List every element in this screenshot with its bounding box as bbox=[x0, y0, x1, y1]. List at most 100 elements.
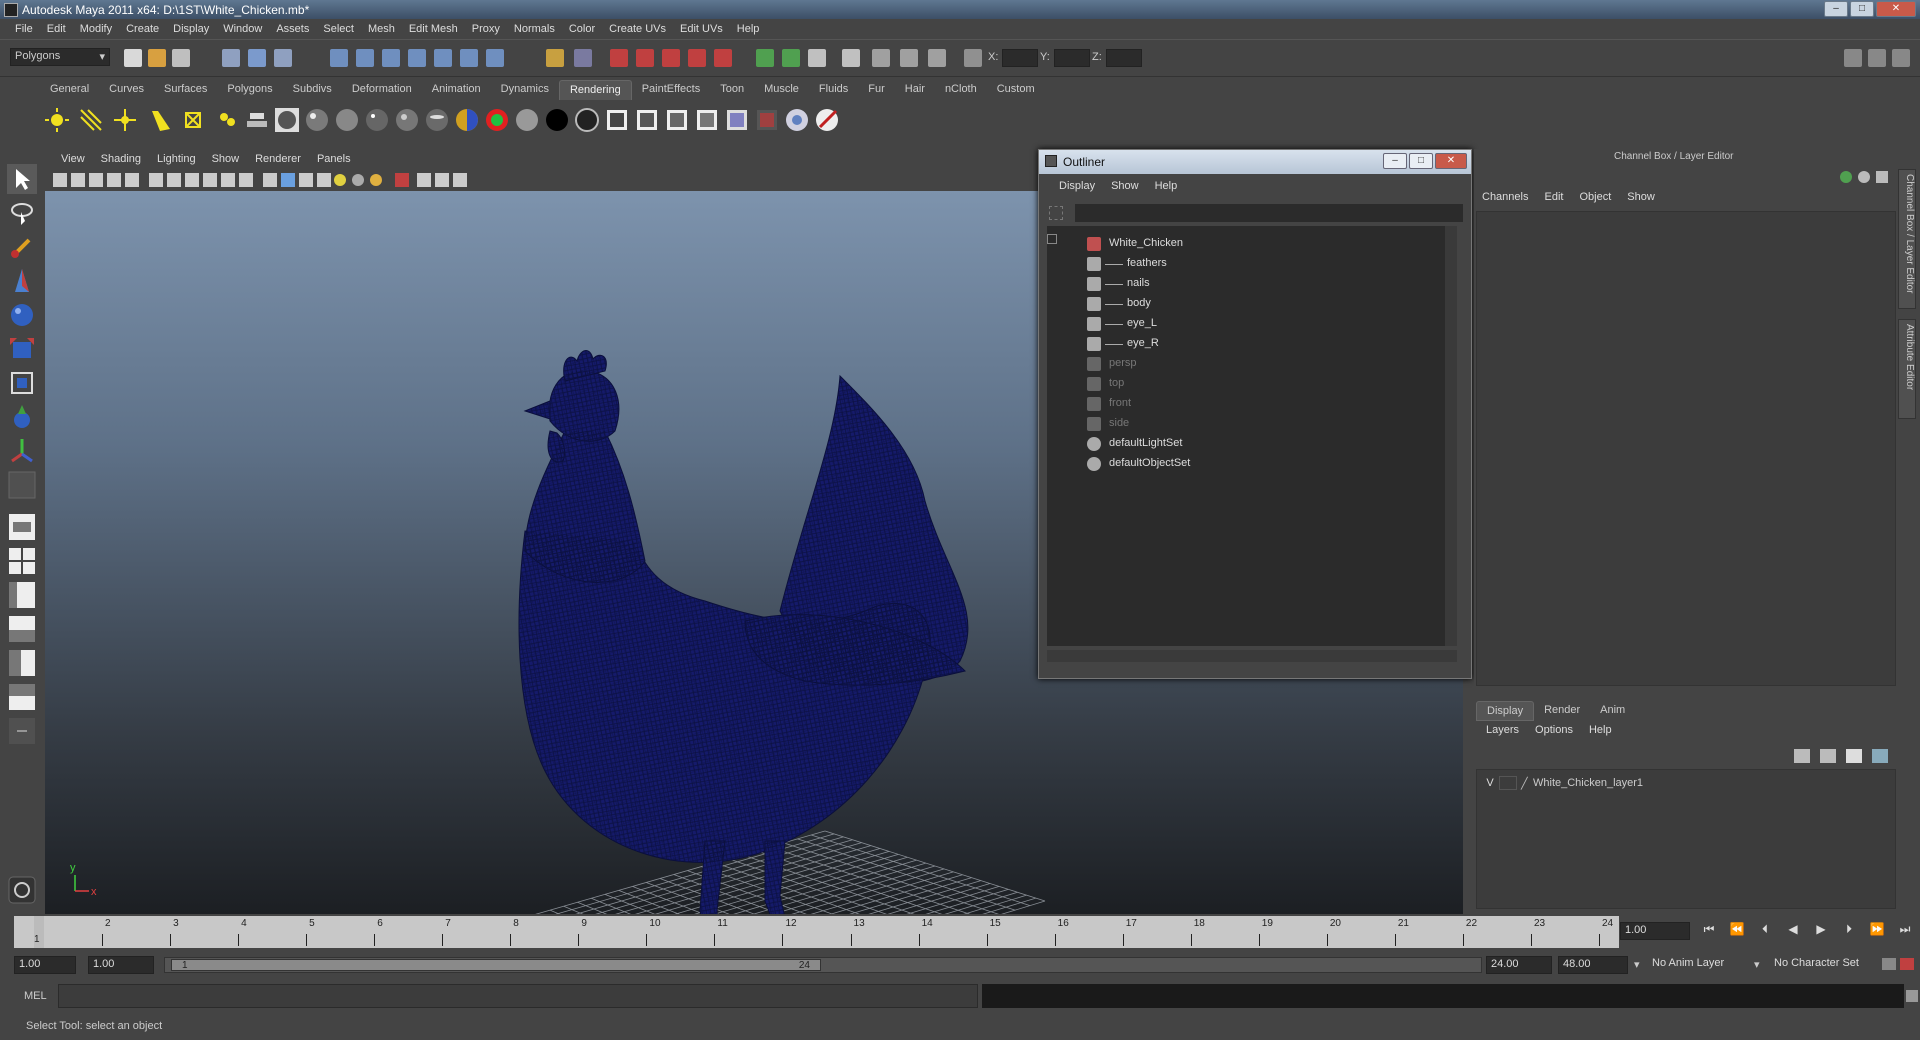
batch-render-icon[interactable] bbox=[604, 107, 630, 133]
shelf-tab-deformation[interactable]: Deformation bbox=[342, 80, 422, 100]
outliner-item[interactable]: eye_L bbox=[1047, 314, 1437, 334]
lambert-material-icon[interactable] bbox=[334, 107, 360, 133]
scale-tool-icon[interactable] bbox=[7, 334, 37, 364]
character-set-selector[interactable]: No Character Set bbox=[1770, 956, 1880, 974]
playback-start-field[interactable]: 1.00 bbox=[88, 956, 154, 974]
film-gate-icon[interactable] bbox=[167, 173, 181, 187]
show-hide-attribute-editor-icon[interactable] bbox=[756, 49, 774, 67]
grid-toggle-icon[interactable] bbox=[149, 173, 163, 187]
render-sphere-icon[interactable] bbox=[274, 107, 300, 133]
manipulator-tool-icon[interactable] bbox=[7, 368, 37, 398]
phong-e-material-icon[interactable] bbox=[394, 107, 420, 133]
show-hide-channel-box-icon[interactable] bbox=[808, 49, 826, 67]
move-tool-icon[interactable] bbox=[7, 266, 37, 296]
soft-modification-tool-icon[interactable] bbox=[7, 402, 37, 432]
point-light-icon[interactable] bbox=[112, 107, 138, 133]
layer-tab-render[interactable]: Render bbox=[1534, 701, 1590, 721]
menu-color[interactable]: Color bbox=[562, 23, 602, 35]
bookmark-icon[interactable] bbox=[89, 173, 103, 187]
shelf-tab-muscle[interactable]: Muscle bbox=[754, 80, 809, 100]
render-view-icon[interactable] bbox=[714, 49, 732, 67]
outliner-item[interactable]: feathers bbox=[1047, 254, 1437, 274]
highlight-selection-icon[interactable] bbox=[872, 49, 890, 67]
go-to-start-icon[interactable]: ⏮ bbox=[1698, 922, 1720, 940]
render-layers-icon[interactable] bbox=[244, 107, 270, 133]
layout-icon[interactable] bbox=[1844, 49, 1862, 67]
spot-light-icon[interactable] bbox=[146, 107, 172, 133]
menu-create-uvs[interactable]: Create UVs bbox=[602, 23, 673, 35]
area-light-icon[interactable] bbox=[180, 107, 206, 133]
new-layer-icon[interactable] bbox=[1846, 749, 1862, 763]
hypershade-persp-layout-icon[interactable] bbox=[7, 648, 37, 678]
isolate-select-icon[interactable] bbox=[395, 173, 409, 187]
image-plane-icon[interactable] bbox=[107, 173, 121, 187]
outliner-menu-display[interactable]: Display bbox=[1051, 180, 1103, 192]
show-manipulator-tool-icon[interactable] bbox=[7, 436, 37, 466]
menu-modify[interactable]: Modify bbox=[73, 23, 119, 35]
preferences-icon[interactable] bbox=[1900, 958, 1914, 970]
menu-set-selector[interactable]: Polygons ▾ bbox=[10, 48, 110, 66]
lock-selection-icon[interactable] bbox=[842, 49, 860, 67]
single-pane-layout-icon[interactable] bbox=[7, 512, 37, 542]
new-layer-from-selection-icon[interactable] bbox=[1872, 749, 1888, 763]
open-scene-icon[interactable] bbox=[148, 49, 166, 67]
shelf-tab-animation[interactable]: Animation bbox=[422, 80, 491, 100]
layer-color-swatch[interactable]: ╱ bbox=[1521, 777, 1533, 790]
input-ops-icon[interactable] bbox=[546, 49, 564, 67]
step-back-frame-icon[interactable]: ⏴ bbox=[1754, 922, 1776, 940]
outliner-menu-help[interactable]: Help bbox=[1147, 180, 1186, 192]
snapshot-icon[interactable] bbox=[694, 107, 720, 133]
menu-select[interactable]: Select bbox=[316, 23, 361, 35]
speed-icon[interactable] bbox=[1858, 171, 1870, 183]
surface-shader-icon[interactable] bbox=[514, 107, 540, 133]
menu-assets[interactable]: Assets bbox=[269, 23, 316, 35]
viewport-menu-lighting[interactable]: Lighting bbox=[149, 153, 204, 165]
lasso-tool-icon[interactable] bbox=[7, 198, 37, 228]
shelf-tab-fluids[interactable]: Fluids bbox=[809, 80, 858, 100]
wireframe-shading-icon[interactable] bbox=[263, 173, 277, 187]
gate-mask-icon[interactable] bbox=[203, 173, 217, 187]
outliner-maximize-button[interactable]: □ bbox=[1409, 153, 1433, 169]
select-by-component-icon[interactable] bbox=[274, 49, 292, 67]
directional-light-icon[interactable] bbox=[78, 107, 104, 133]
rotate-tool-icon[interactable] bbox=[7, 300, 37, 330]
viewport-menu-renderer[interactable]: Renderer bbox=[247, 153, 309, 165]
layer-type-toggle[interactable] bbox=[1499, 776, 1517, 790]
menu-help[interactable]: Help bbox=[730, 23, 767, 35]
chevron-down-icon[interactable]: ▾ bbox=[1754, 958, 1760, 971]
textured-icon[interactable] bbox=[317, 173, 331, 187]
shelf-tab-surfaces[interactable]: Surfaces bbox=[154, 80, 217, 100]
step-forward-frame-icon[interactable]: ⏵ bbox=[1838, 922, 1860, 940]
step-forward-key-icon[interactable]: ⏩ bbox=[1866, 922, 1888, 940]
menu-edit-uvs[interactable]: Edit UVs bbox=[673, 23, 730, 35]
outliner-item[interactable]: eye_R bbox=[1047, 334, 1437, 354]
snap-point-icon[interactable] bbox=[382, 49, 400, 67]
outliner-item[interactable]: White_Chicken bbox=[1047, 234, 1437, 254]
play-backwards-icon[interactable]: ◀ bbox=[1782, 922, 1804, 940]
shelf-tab-subdivs[interactable]: Subdivs bbox=[283, 80, 342, 100]
construction-history-icon[interactable] bbox=[460, 49, 478, 67]
render-settings-window-icon[interactable] bbox=[754, 107, 780, 133]
viewport-menu-view[interactable]: View bbox=[53, 153, 93, 165]
outliner-item[interactable]: side bbox=[1047, 414, 1437, 434]
ramp-shader-icon[interactable] bbox=[454, 107, 480, 133]
outliner-item[interactable]: defaultObjectSet bbox=[1047, 454, 1437, 474]
four-pane-layout-icon[interactable] bbox=[7, 546, 37, 576]
make-live-icon[interactable] bbox=[434, 49, 452, 67]
render-sequence-icon[interactable] bbox=[634, 107, 660, 133]
go-to-end-icon[interactable]: ⏭ bbox=[1894, 922, 1916, 940]
anim-layer-selector[interactable]: No Anim Layer bbox=[1648, 956, 1748, 974]
menu-mesh[interactable]: Mesh bbox=[361, 23, 402, 35]
show-hide-tool-settings-icon[interactable] bbox=[782, 49, 800, 67]
last-used-tool-icon[interactable] bbox=[7, 470, 37, 500]
more-layouts-icon[interactable] bbox=[7, 716, 37, 746]
ipr-render-icon[interactable] bbox=[636, 49, 654, 67]
layer-menu-help[interactable]: Help bbox=[1581, 724, 1620, 736]
default-lighting-icon[interactable] bbox=[334, 174, 346, 186]
field-chart-icon[interactable] bbox=[221, 173, 235, 187]
minimize-button[interactable]: – bbox=[1824, 1, 1848, 17]
move-layer-up-icon[interactable] bbox=[1794, 749, 1810, 763]
outliner-vertical-scrollbar[interactable] bbox=[1445, 226, 1457, 646]
play-forwards-icon[interactable]: ▶ bbox=[1810, 922, 1832, 940]
layer-menu-layers[interactable]: Layers bbox=[1478, 724, 1527, 736]
